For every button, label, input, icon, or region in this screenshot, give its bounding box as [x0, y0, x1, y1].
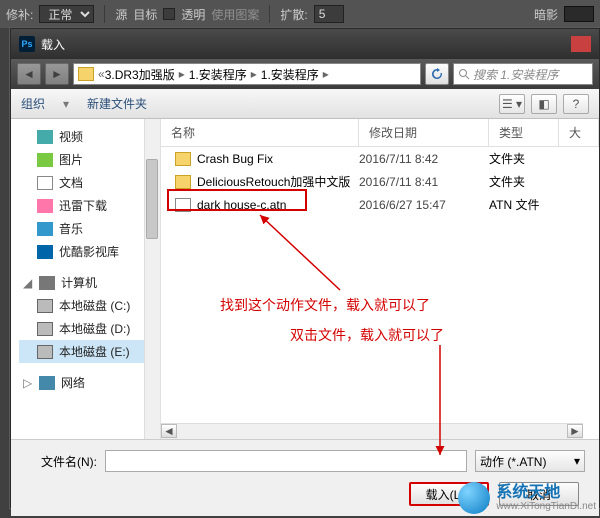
sidebar-drive-c[interactable]: 本地磁盘 (C:) [19, 294, 160, 317]
transparent-label: 透明 [181, 6, 205, 23]
sidebar-item-video[interactable]: 视频 [19, 125, 160, 148]
patch-label: 修补: [6, 6, 33, 23]
patch-mode[interactable]: 正常 [39, 5, 94, 23]
search-icon [458, 68, 470, 80]
sidebar-drive-e[interactable]: 本地磁盘 (E:) [19, 340, 160, 363]
scroll-left[interactable]: ◄ [161, 424, 177, 438]
col-size[interactable]: 大 [559, 119, 599, 146]
diffusion-input[interactable] [314, 5, 344, 23]
file-row[interactable]: Crash Bug Fix 2016/7/11 8:42 文件夹 [161, 147, 599, 170]
sidebar-item-documents[interactable]: 文档 [19, 171, 160, 194]
organize-menu[interactable]: 组织 [21, 95, 45, 112]
filename-label: 文件名(N): [25, 453, 97, 470]
col-name[interactable]: 名称 [161, 119, 359, 146]
sidebar-drive-d[interactable]: 本地磁盘 (D:) [19, 317, 160, 340]
video-icon [37, 130, 53, 144]
shadow-swatch[interactable] [564, 6, 594, 22]
filename-input[interactable] [105, 450, 467, 472]
chevron-down-icon: ▾ [574, 454, 580, 468]
document-icon [37, 176, 53, 190]
column-headers[interactable]: 名称 修改日期 类型 大 [161, 119, 599, 147]
picture-icon [37, 153, 53, 167]
col-type[interactable]: 类型 [489, 119, 559, 146]
crumb-2[interactable]: 1.安装程序 [261, 66, 319, 83]
use-pattern-btn: 使用图案 [211, 6, 259, 23]
crumb-0[interactable]: 3.DR3加强版 [105, 66, 175, 83]
help-button[interactable]: ? [563, 94, 589, 114]
ps-toolbar: 修补: 正常 源 目标 透明 使用图案 扩散: 暗影 [0, 0, 600, 28]
dialog-body: 视频 图片 文档 迅雷下载 音乐 优酷影视库 ◢计算机 本地磁盘 (C:) 本地… [11, 119, 599, 439]
nav-back[interactable]: ◄ [17, 63, 41, 85]
breadcrumb[interactable]: « 3.DR3加强版▸ 1.安装程序▸ 1.安装程序▸ [73, 63, 421, 85]
youku-icon [37, 245, 53, 259]
sidebar-item-music[interactable]: 音乐 [19, 217, 160, 240]
computer-icon [39, 276, 55, 290]
horizontal-scrollbar[interactable]: ◄ ► [161, 423, 583, 439]
download-icon [37, 199, 53, 213]
file-dialog: Ps 载入 ◄ ► « 3.DR3加强版▸ 1.安装程序▸ 1.安装程序▸ 搜索… [10, 28, 600, 508]
watermark: 系统天地 www.XiTongTianDi.net [458, 482, 596, 514]
shadow-label: 暗影 [534, 6, 558, 23]
close-icon[interactable] [571, 36, 591, 52]
sidebar-network[interactable]: ▷网络 [19, 371, 160, 394]
ps-icon: Ps [19, 36, 35, 52]
folder-icon [78, 67, 94, 81]
globe-icon [458, 482, 490, 514]
dst-btn[interactable]: 目标 [133, 6, 157, 23]
annotation-box [167, 189, 307, 211]
organize-bar: 组织▾ 新建文件夹 ☰ ▾ ◧ ? [11, 89, 599, 119]
sidebar-scrollbar[interactable] [144, 119, 160, 439]
file-type-combo[interactable]: 动作 (*.ATN)▾ [475, 450, 585, 472]
folder-icon [175, 175, 191, 189]
col-date[interactable]: 修改日期 [359, 119, 489, 146]
navbar: ◄ ► « 3.DR3加强版▸ 1.安装程序▸ 1.安装程序▸ 搜索 1.安装程… [11, 59, 599, 89]
sidebar: 视频 图片 文档 迅雷下载 音乐 优酷影视库 ◢计算机 本地磁盘 (C:) 本地… [11, 119, 161, 439]
sidebar-item-youku[interactable]: 优酷影视库 [19, 240, 160, 263]
music-icon [37, 222, 53, 236]
folder-icon [175, 152, 191, 166]
refresh-icon [431, 68, 443, 80]
diffusion-label: 扩散: [280, 6, 307, 23]
scroll-right[interactable]: ► [567, 424, 583, 438]
src-btn[interactable]: 源 [115, 6, 127, 23]
transparent-check[interactable] [163, 8, 175, 20]
chevron-down-icon: ◢ [23, 276, 33, 290]
view-options-button[interactable]: ☰ ▾ [499, 94, 525, 114]
sidebar-item-downloads[interactable]: 迅雷下载 [19, 194, 160, 217]
file-list: 名称 修改日期 类型 大 Crash Bug Fix 2016/7/11 8:4… [161, 119, 599, 439]
crumb-1[interactable]: 1.安装程序 [189, 66, 247, 83]
sidebar-computer[interactable]: ◢计算机 [19, 271, 160, 294]
search-input[interactable]: 搜索 1.安装程序 [453, 63, 593, 85]
refresh-button[interactable] [425, 63, 449, 85]
new-folder-button[interactable]: 新建文件夹 [87, 95, 147, 112]
nav-forward[interactable]: ► [45, 63, 69, 85]
drive-icon [37, 322, 53, 336]
preview-pane-button[interactable]: ◧ [531, 94, 557, 114]
network-icon [39, 376, 55, 390]
titlebar[interactable]: Ps 载入 [11, 29, 599, 59]
dialog-title: 载入 [41, 36, 65, 53]
chevron-right-icon: ▷ [23, 376, 33, 390]
drive-icon [37, 299, 53, 313]
sidebar-item-pictures[interactable]: 图片 [19, 148, 160, 171]
drive-icon [37, 345, 53, 359]
